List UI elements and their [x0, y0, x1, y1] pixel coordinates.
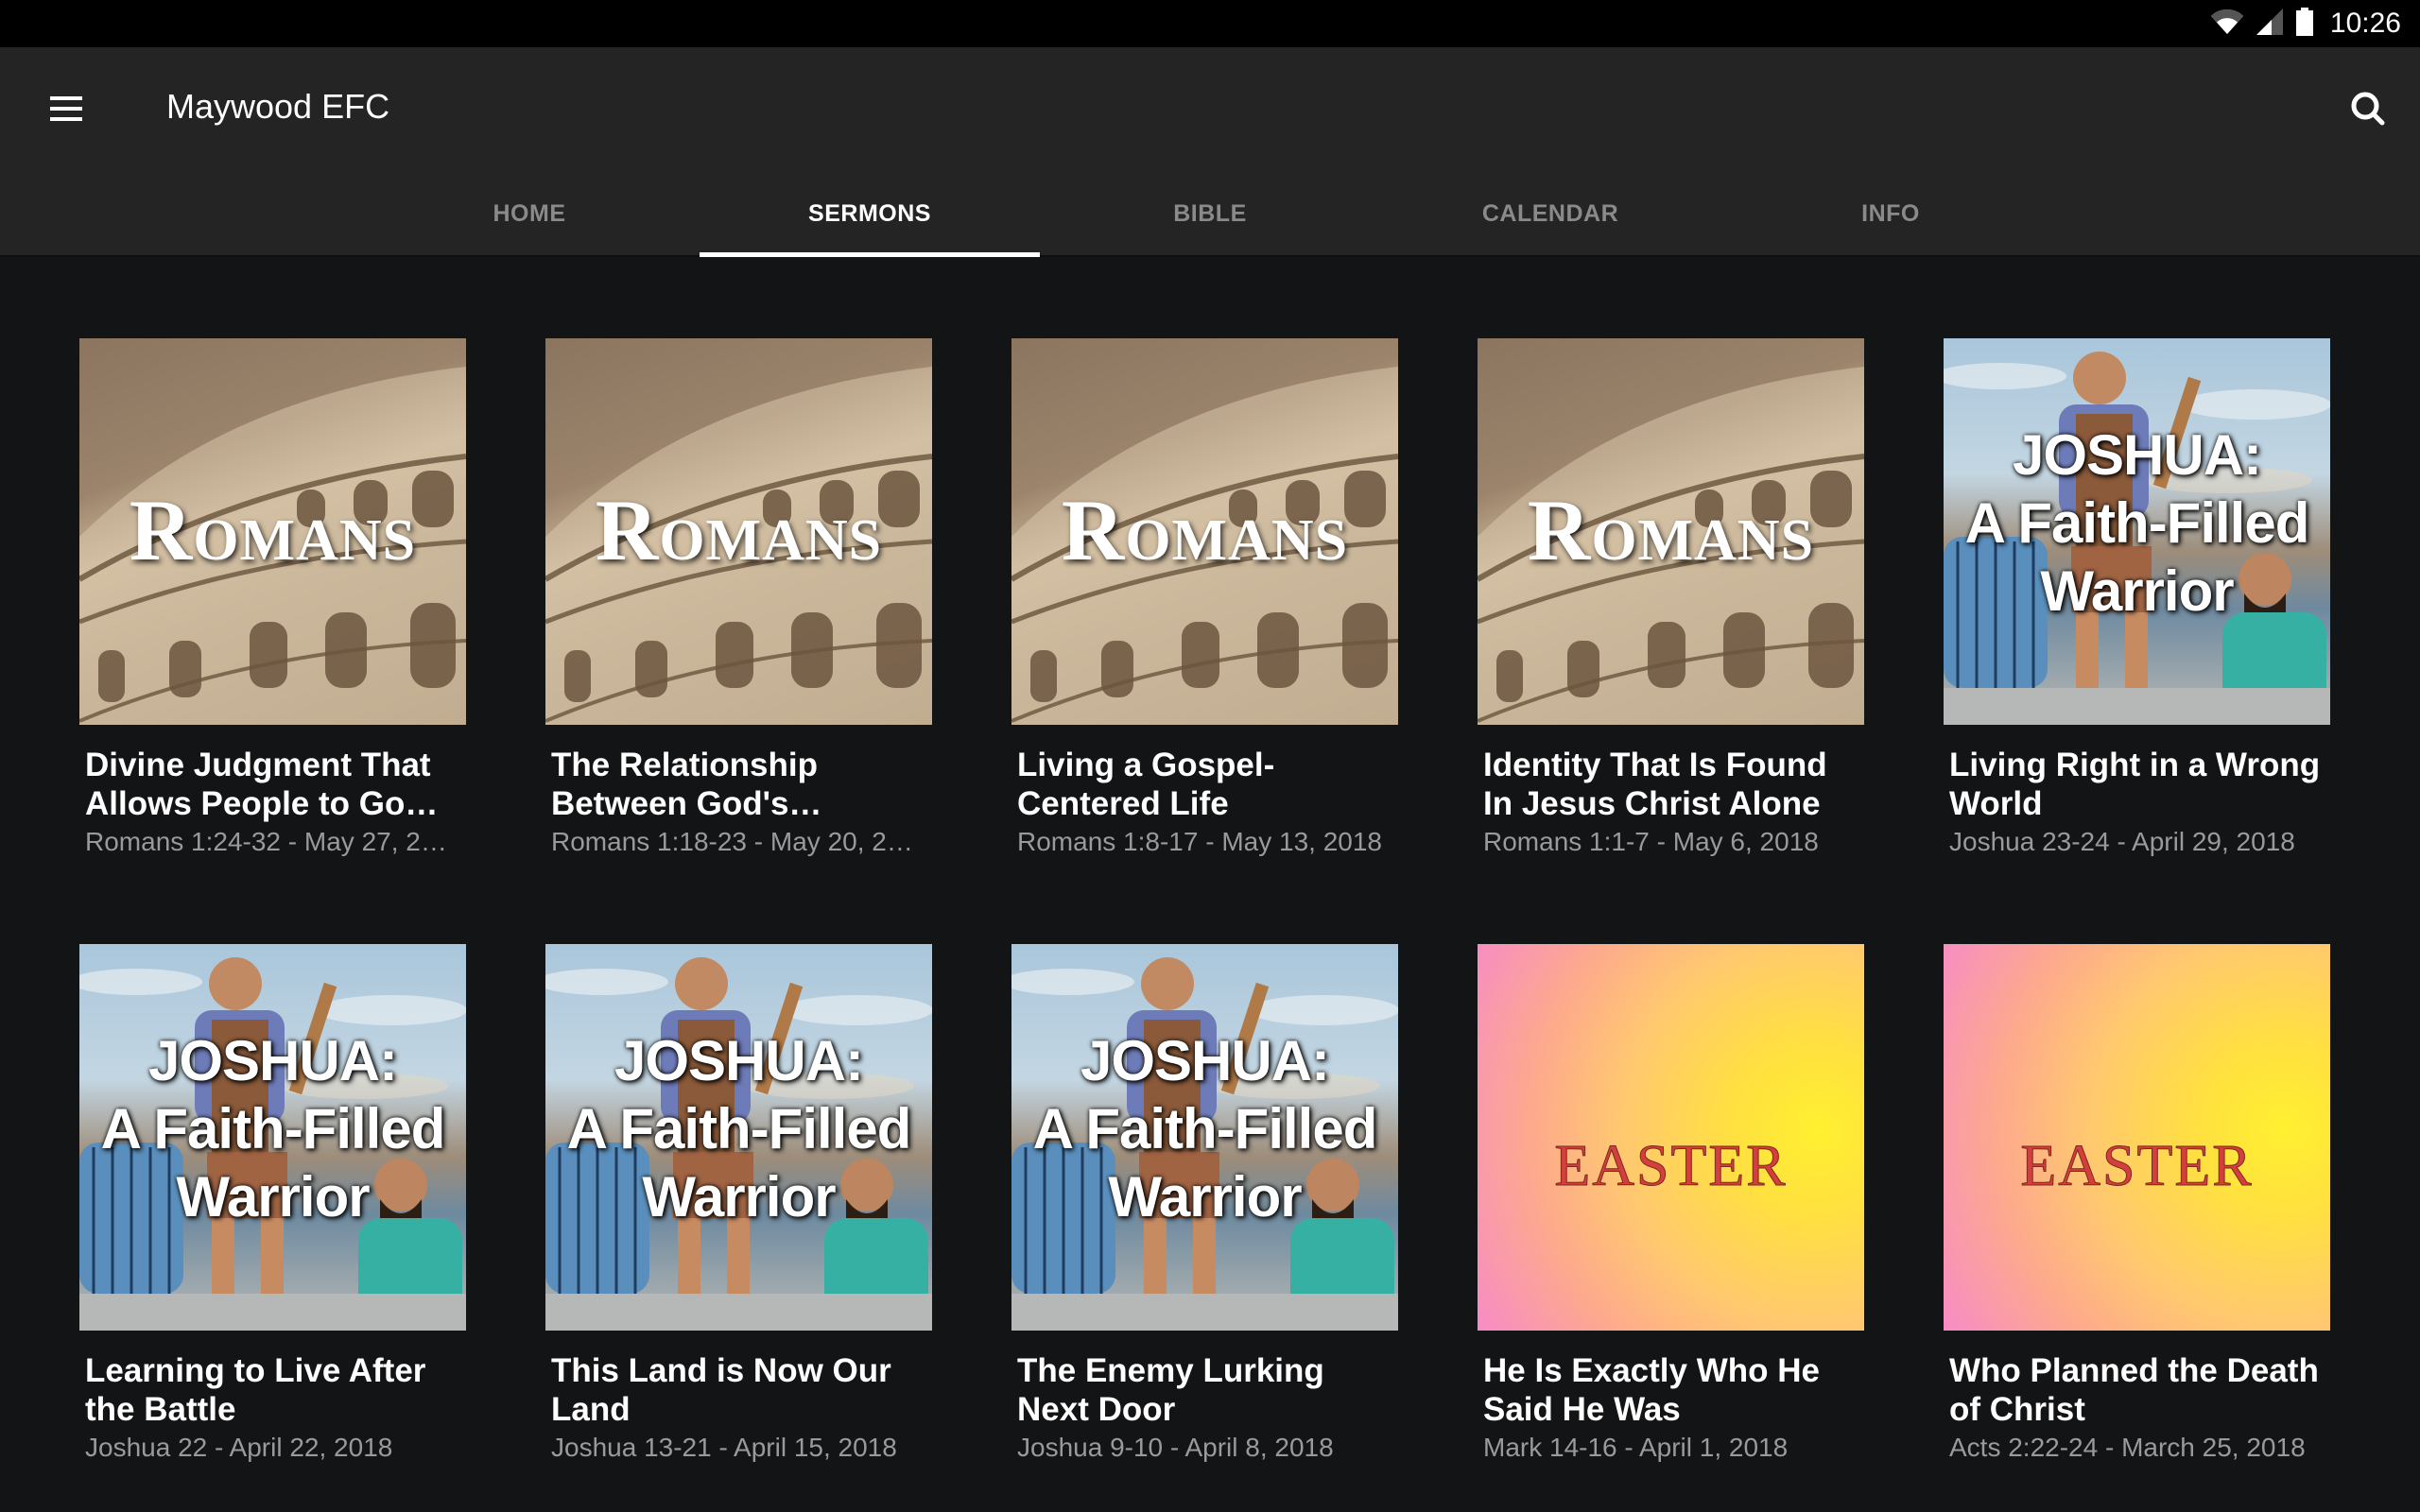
sermon-artwork-easter: EASTER: [1944, 944, 2330, 1331]
sermon-subtitle: Romans 1:18-23 - May 20, 20…: [551, 827, 922, 856]
series-title-easter: EASTER: [2020, 1134, 2254, 1199]
sermon-artwork-romans: ROMANS: [79, 338, 466, 725]
status-icons: 10:26: [2210, 0, 2401, 47]
sermon-subtitle: Mark 14-16 - April 1, 2018: [1483, 1433, 1789, 1462]
sermon-artwork-easter: EASTER: [1478, 944, 1864, 1331]
sermon-artwork-joshua: JOSHUA: A Faith-Filled Warrior: [79, 944, 466, 1331]
sermon-title: The Relationship Between God's…: [551, 747, 822, 822]
sermon-artwork-romans: ROMANS: [545, 338, 932, 725]
sermon-card[interactable]: ROMANS Identity That Is Found In Jesus C…: [1478, 338, 1864, 857]
sermons-grid: ROMANS Divine Judgment That Allows Peopl…: [0, 257, 2420, 1512]
series-title-joshua: JOSHUA: A Faith-Filled Warrior: [1964, 423, 2310, 623]
battery-icon: [2295, 7, 2313, 41]
series-title-joshua: JOSHUA: A Faith-Filled Warrior: [100, 1029, 446, 1228]
sermon-subtitle: Romans 1:1-7 - May 6, 2018: [1483, 827, 1819, 856]
sermon-title: This Land is Now Our Land: [551, 1352, 891, 1428]
app-bar: Maywood EFC: [0, 47, 2420, 170]
sermon-title: Learning to Live After the Battle: [85, 1352, 426, 1428]
tab-home[interactable]: HOME: [359, 170, 700, 257]
sermon-title: He Is Exactly Who He Said He Was: [1483, 1352, 1820, 1428]
search-icon[interactable]: [2342, 83, 2395, 136]
tab-sermons[interactable]: SERMONS: [700, 170, 1040, 257]
sermon-subtitle: Joshua 23-24 - April 29, 2018: [1949, 827, 2295, 856]
sermon-title: Who Planned the Death of Christ: [1949, 1352, 2319, 1428]
series-title-joshua: JOSHUA: A Faith-Filled Warrior: [566, 1029, 912, 1228]
series-title-romans: ROMANS: [129, 482, 417, 578]
sermon-card[interactable]: ROMANS Living a Gospel-Centered Life Roma…: [1011, 338, 1398, 857]
series-title-joshua: JOSHUA: A Faith-Filled Warrior: [1032, 1029, 1378, 1228]
sermon-card[interactable]: ROMANS The Relationship Between God's… Ro…: [545, 338, 932, 857]
series-title-romans: ROMANS: [1527, 482, 1815, 578]
sermon-card[interactable]: JOSHUA: A Faith-Filled Warrior Living Ri…: [1944, 338, 2330, 857]
sermon-subtitle: Joshua 9-10 - April 8, 2018: [1017, 1433, 1334, 1462]
series-title-easter: EASTER: [1554, 1134, 1788, 1199]
sermon-title: Living a Gospel-Centered Life: [1017, 747, 1275, 822]
tab-calendar[interactable]: CALENDAR: [1380, 170, 1720, 257]
status-bar: 10:26: [0, 0, 2420, 47]
sermon-artwork-joshua: JOSHUA: A Faith-Filled Warrior: [1944, 338, 2330, 725]
sermon-subtitle: Joshua 13-21 - April 15, 2018: [551, 1433, 897, 1462]
sermon-title: Living Right in a Wrong World: [1949, 747, 2321, 822]
sermon-subtitle: Acts 2:22-24 - March 25, 2018: [1949, 1433, 2306, 1462]
sermon-card[interactable]: JOSHUA: A Faith-Filled Warrior The Enemy…: [1011, 944, 1398, 1463]
sermon-card[interactable]: EASTER Who Planned the Death of Christ Ac…: [1944, 944, 2330, 1463]
sermon-artwork-romans: ROMANS: [1011, 338, 1398, 725]
sermon-subtitle: Romans 1:24-32 - May 27, 20…: [85, 827, 456, 856]
sermon-card[interactable]: JOSHUA: A Faith-Filled Warrior This Land…: [545, 944, 932, 1463]
tab-bar: HOME SERMONS BIBLE CALENDAR INFO: [0, 170, 2420, 257]
sermon-artwork-joshua: JOSHUA: A Faith-Filled Warrior: [545, 944, 932, 1331]
sermon-subtitle: Joshua 22 - April 22, 2018: [85, 1433, 393, 1462]
sermon-subtitle: Romans 1:8-17 - May 13, 2018: [1017, 827, 1382, 856]
sermon-title: Divine Judgment That Allows People to Go…: [85, 747, 439, 822]
sermon-card[interactable]: ROMANS Divine Judgment That Allows Peopl…: [79, 338, 466, 857]
sermon-title: Identity That Is Found In Jesus Christ A…: [1483, 747, 1827, 822]
status-time: 10:26: [2329, 8, 2401, 39]
tab-bible[interactable]: BIBLE: [1040, 170, 1380, 257]
series-title-romans: ROMANS: [1061, 482, 1349, 578]
sermon-title: The Enemy Lurking Next Door: [1017, 1352, 1324, 1428]
hamburger-menu-icon[interactable]: [43, 85, 91, 132]
app-title: Maywood EFC: [166, 87, 390, 126]
sermon-artwork-romans: ROMANS: [1478, 338, 1864, 725]
series-title-romans: ROMANS: [595, 482, 883, 578]
sermon-artwork-joshua: JOSHUA: A Faith-Filled Warrior: [1011, 944, 1398, 1331]
sermon-card[interactable]: JOSHUA: A Faith-Filled Warrior Learning …: [79, 944, 466, 1463]
sermon-card[interactable]: EASTER He Is Exactly Who He Said He Was M…: [1478, 944, 1864, 1463]
wifi-icon: [2210, 9, 2243, 39]
tab-info[interactable]: INFO: [1720, 170, 2061, 257]
cell-signal-icon: [2256, 8, 2283, 40]
